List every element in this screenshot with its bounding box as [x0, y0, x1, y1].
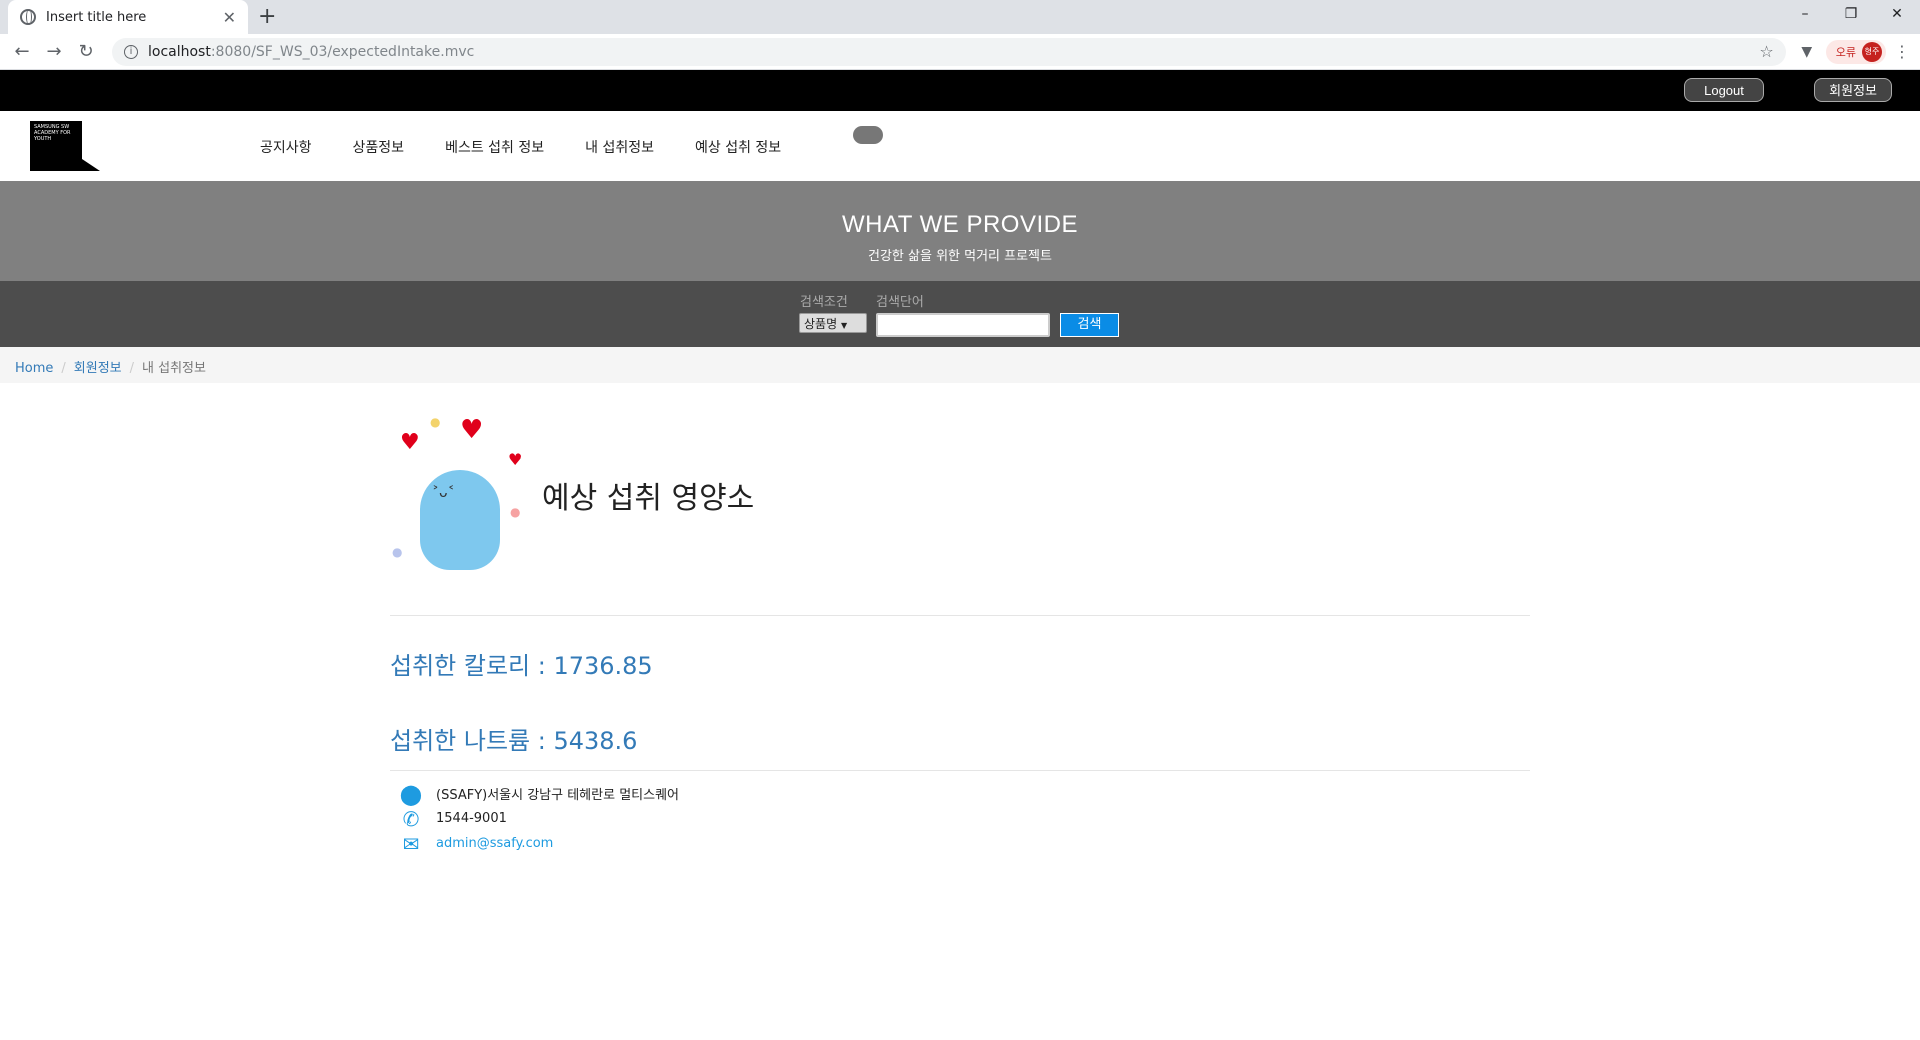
sodium-value: 섭취한 나트륨 : 5438.6 — [390, 727, 638, 755]
footer-email-row: ✉ admin@ssafy.com — [390, 831, 1530, 856]
back-button[interactable]: ← — [8, 41, 36, 62]
phone-icon: ✆ — [402, 806, 420, 831]
forward-button[interactable]: → — [40, 41, 68, 62]
hero-banner: WHAT WE PROVIDE 건강한 삶을 위한 먹거리 프로젝트 — [0, 181, 1920, 281]
globe-icon — [20, 9, 36, 25]
samsung-academy-logo[interactable]: SAMSUNG SW ACADEMY FOR YOUTH — [30, 121, 100, 171]
select-value: 상품명 — [804, 317, 838, 331]
bookmark-star-icon[interactable]: ☆ — [1759, 42, 1773, 61]
breadcrumb-separator: / — [129, 361, 135, 376]
divider — [390, 615, 1530, 616]
tab-title: Insert title here — [46, 9, 147, 25]
heart-icon: ♥ — [508, 450, 523, 469]
browser-tabstrip: Insert title here ✕ + – ❐ ✕ — [0, 0, 1920, 34]
search-bar: 검색조건 검색단어 상품명 ▼ 검색 — [0, 281, 1920, 347]
member-info-button[interactable]: 회원정보 — [1814, 78, 1892, 102]
page-title: 예상 섭취 영양소 — [542, 481, 755, 516]
reload-button[interactable]: ↻ — [72, 41, 100, 62]
footer-phone: 1544-9001 — [436, 811, 507, 826]
search-condition-select[interactable]: 상품명 ▼ — [799, 313, 867, 333]
nav-menu: 공지사항 상품정보 베스트 섭취 정보 내 섭취정보 예상 섭취 정보 — [260, 137, 822, 157]
breadcrumb-separator: / — [61, 361, 66, 376]
breadcrumb-current: 내 섭취정보 — [142, 361, 206, 376]
logo-tail — [70, 151, 100, 171]
location-pin-icon: ⬤ — [399, 781, 423, 806]
hero-subtitle: 건강한 삶을 위한 먹거리 프로젝트 — [868, 249, 1052, 264]
breadcrumb: Home / 회원정보 / 내 섭취정보 — [0, 347, 1920, 383]
extension-icon[interactable]: ▼ — [1794, 44, 1820, 60]
heart-icon: ♥ — [400, 430, 420, 455]
address-bar[interactable]: i localhost:8080/SF_WS_03/expectedIntake… — [112, 37, 1786, 66]
browser-toolbar: ← → ↻ i localhost:8080/SF_WS_03/expected… — [0, 34, 1920, 70]
search-button[interactable]: 검색 — [1060, 313, 1119, 337]
footer-email-link[interactable]: admin@ssafy.com — [436, 836, 553, 851]
close-tab-icon[interactable]: ✕ — [223, 8, 236, 27]
breadcrumb-member[interactable]: 회원정보 — [74, 361, 122, 376]
profile-error-button[interactable]: 오류 형주 — [1825, 39, 1886, 64]
heart-icon: ♥ — [460, 415, 484, 445]
paw-icon: ● — [392, 545, 403, 559]
restore-button[interactable]: ❐ — [1828, 0, 1874, 28]
seal-face: ˃ᴗ˂ — [432, 485, 455, 501]
search-keyword-label: 검색단어 — [876, 295, 924, 310]
breadcrumb-home[interactable]: Home — [15, 361, 53, 376]
error-label: 오류 — [1835, 45, 1856, 59]
minimize-button[interactable]: – — [1782, 0, 1828, 28]
browser-tab[interactable]: Insert title here ✕ — [8, 0, 248, 34]
main-nav: SAMSUNG SW ACADEMY FOR YOUTH 공지사항 상품정보 베… — [0, 111, 1920, 181]
logout-button[interactable]: Logout — [1684, 78, 1764, 102]
window-controls: – ❐ ✕ — [1782, 0, 1920, 28]
seal-mascot-image: ♥ ♥ ♥ ● ● ● ˃ᴗ˂ — [390, 415, 540, 575]
nav-item-expected-intake[interactable]: 예상 섭취 정보 — [695, 137, 781, 157]
divider — [390, 770, 1530, 771]
footer: ⬤ (SSAFY)서울시 강남구 테헤란로 멀티스퀘어 ✆ 1544-9001 … — [390, 781, 1530, 856]
nav-item-my-intake[interactable]: 내 섭취정보 — [585, 137, 654, 157]
footer-address: (SSAFY)서울시 강남구 테헤란로 멀티스퀘어 — [436, 788, 679, 803]
profile-avatar: 형주 — [1862, 41, 1882, 62]
top-bar: Logout 회원정보 — [0, 70, 1920, 111]
paw-icon: ● — [510, 505, 521, 519]
paw-icon: ● — [430, 415, 441, 429]
nav-item-notice[interactable]: 공지사항 — [260, 137, 312, 157]
new-tab-button[interactable]: + — [258, 4, 276, 29]
heading-row: ♥ ♥ ♥ ● ● ● ˃ᴗ˂ 예상 섭취 영양소 — [390, 415, 1530, 575]
footer-phone-row: ✆ 1544-9001 — [390, 806, 1530, 831]
url-host: localhost — [148, 43, 211, 60]
search-input[interactable] — [876, 313, 1050, 337]
dropdown-arrow-icon: ▼ — [840, 321, 848, 330]
info-icon[interactable]: i — [124, 44, 138, 59]
url-path: :8080/SF_WS_03/expectedIntake.mvc — [210, 43, 475, 60]
footer-address-row: ⬤ (SSAFY)서울시 강남구 테헤란로 멀티스퀘어 — [390, 781, 1530, 806]
mail-icon: ✉ — [402, 831, 420, 856]
nav-item-best-intake[interactable]: 베스트 섭취 정보 — [445, 137, 544, 157]
search-condition-label: 검색조건 — [800, 295, 848, 310]
browser-menu-icon[interactable]: ⋮ — [1892, 42, 1912, 61]
main-content: ♥ ♥ ♥ ● ● ● ˃ᴗ˂ 예상 섭취 영양소 섭취한 칼로리 : 1736… — [390, 415, 1530, 856]
nav-item-product[interactable]: 상품정보 — [353, 137, 405, 157]
close-window-button[interactable]: ✕ — [1874, 0, 1920, 28]
hero-title: WHAT WE PROVIDE — [842, 211, 1078, 238]
toggle-pill[interactable] — [853, 126, 883, 144]
calorie-value: 섭취한 칼로리 : 1736.85 — [390, 652, 653, 680]
